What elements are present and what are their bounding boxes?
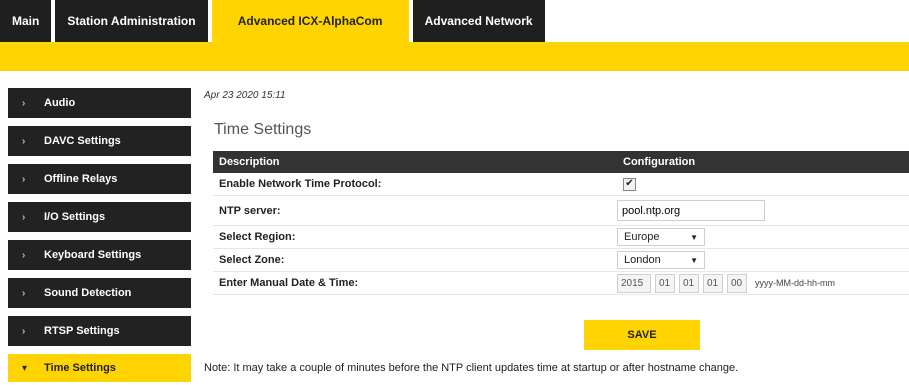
ntp-server-label: NTP server: — [219, 204, 281, 217]
hour-input[interactable]: 01 — [703, 273, 723, 293]
sidebar-item-audio[interactable]: › Audio — [8, 88, 191, 118]
table-header: Description Configuration — [213, 151, 909, 173]
tab-advanced-icx-alphacom[interactable]: Advanced ICX-AlphaCom — [211, 0, 409, 42]
chevron-right-icon: › — [22, 211, 26, 223]
sidebar-item-label: Audio — [44, 97, 76, 109]
sidebar: › Audio › DAVC Settings › Offline Relays… — [8, 88, 191, 382]
sidebar-item-label: I/O Settings — [44, 211, 106, 223]
sidebar-item-label: Keyboard Settings — [44, 249, 142, 261]
table-row: Enable Network Time Protocol: ✔ — [213, 173, 909, 196]
chevron-right-icon: › — [22, 249, 26, 261]
sidebar-item-rtsp-settings[interactable]: › RTSP Settings — [8, 316, 191, 346]
ntp-enable-checkbox[interactable]: ✔ — [623, 177, 636, 191]
table-row: Select Region: Europe ▼ — [213, 226, 909, 249]
chevron-right-icon: › — [22, 97, 26, 109]
month-input[interactable]: 01 — [655, 273, 675, 293]
sidebar-item-label: Sound Detection — [44, 287, 132, 299]
sidebar-item-label: Time Settings — [44, 362, 116, 374]
save-button[interactable]: SAVE — [584, 320, 700, 350]
zone-label: Select Zone: — [219, 254, 285, 266]
sidebar-item-davc-settings[interactable]: › DAVC Settings — [8, 126, 191, 156]
sidebar-item-sound-detection[interactable]: › Sound Detection — [8, 278, 191, 308]
zone-select-value: London — [624, 254, 661, 266]
chevron-right-icon: › — [22, 173, 26, 185]
tab-station-administration[interactable]: Station Administration — [55, 0, 208, 42]
column-header-configuration: Configuration — [623, 156, 696, 168]
table-row: Enter Manual Date & Time: 2015 01 01 01 … — [213, 272, 909, 295]
day-input[interactable]: 01 — [679, 273, 699, 293]
sidebar-item-label: DAVC Settings — [44, 135, 121, 147]
manual-datetime-label: Enter Manual Date & Time: — [219, 277, 359, 289]
tab-advanced-network[interactable]: Advanced Network — [412, 0, 545, 42]
region-select-value: Europe — [624, 231, 660, 243]
page-title: Time Settings — [214, 121, 312, 138]
sidebar-item-offline-relays[interactable]: › Offline Relays — [8, 164, 191, 194]
sidebar-item-label: RTSP Settings — [44, 325, 120, 337]
sidebar-item-time-settings[interactable]: ▾ Time Settings — [8, 354, 191, 382]
datetime-format-hint: yyyy-MM-dd-hh-mm — [755, 278, 835, 288]
chevron-right-icon: › — [22, 287, 26, 299]
ntp-enable-label: Enable Network Time Protocol: — [219, 178, 382, 190]
region-label: Select Region: — [219, 231, 296, 243]
top-tab-bar: Main Station Administration Advanced ICX… — [0, 0, 909, 42]
region-select[interactable]: Europe ▼ — [617, 228, 705, 246]
ntp-server-input[interactable] — [617, 200, 765, 221]
year-input[interactable]: 2015 — [617, 273, 651, 293]
tab-main[interactable]: Main — [0, 0, 52, 42]
sidebar-item-label: Offline Relays — [44, 173, 118, 185]
table-row: NTP server: — [213, 196, 909, 226]
chevron-right-icon: › — [22, 135, 26, 147]
header-band — [0, 42, 909, 71]
settings-table: Description Configuration Enable Network… — [213, 151, 909, 295]
minute-input[interactable]: 00 — [727, 273, 747, 293]
sidebar-item-io-settings[interactable]: › I/O Settings — [8, 202, 191, 232]
dropdown-arrow-icon: ▼ — [690, 232, 698, 242]
sidebar-item-keyboard-settings[interactable]: › Keyboard Settings — [8, 240, 191, 270]
timestamp: Apr 23 2020 15:11 — [204, 90, 286, 101]
zone-select[interactable]: London ▼ — [617, 251, 705, 269]
column-header-description: Description — [219, 156, 280, 168]
dropdown-arrow-icon: ▼ — [690, 255, 698, 265]
chevron-down-icon: ▾ — [22, 362, 28, 374]
chevron-right-icon: › — [22, 325, 26, 337]
ntp-note: Note: It may take a couple of minutes be… — [204, 362, 739, 374]
table-row: Select Zone: London ▼ — [213, 249, 909, 272]
